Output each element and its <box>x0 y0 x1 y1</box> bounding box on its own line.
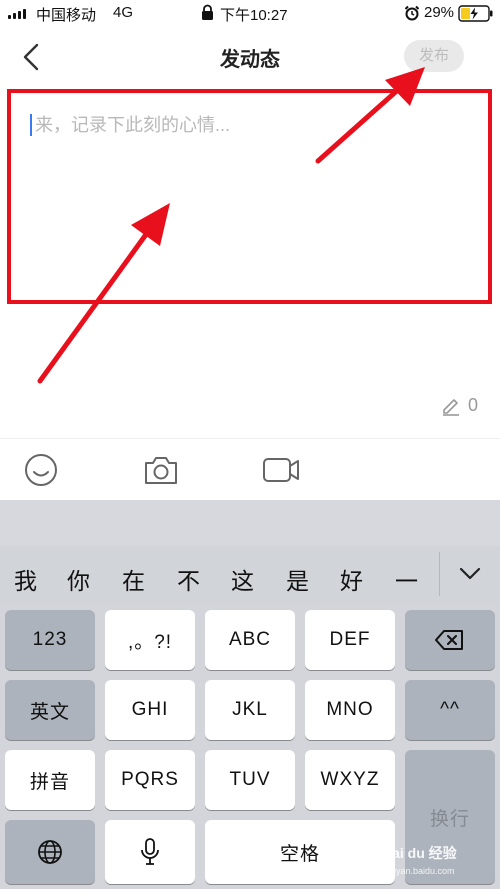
signal-strength-icon <box>8 9 26 19</box>
network-type: 4G <box>113 4 134 21</box>
key-def[interactable]: DEF <box>305 610 395 670</box>
key-123[interactable]: 123 <box>5 610 95 670</box>
globe-key[interactable] <box>5 820 95 884</box>
status-bar: 中国移动 4G 下午10:27 29% <box>0 0 500 28</box>
key-english[interactable]: 英文 <box>5 680 95 740</box>
status-time: 下午10:27 <box>220 7 288 24</box>
key-pqrs[interactable]: PQRS <box>105 750 195 810</box>
key-mno[interactable]: MNO <box>305 680 395 740</box>
pencil-icon <box>443 399 459 416</box>
delete-key[interactable] <box>405 610 495 670</box>
space-key[interactable]: 空格 <box>205 820 395 884</box>
battery-icon <box>458 5 493 22</box>
key-jkl[interactable]: JKL <box>205 680 295 740</box>
battery-percent: 29% <box>424 4 455 21</box>
alarm-icon <box>404 5 420 21</box>
video-icon[interactable] <box>261 450 301 490</box>
char-counter: 0 <box>440 394 478 416</box>
key-emoticon[interactable]: ^^ <box>405 680 495 740</box>
key-pinyin[interactable]: 拼音 <box>5 750 95 810</box>
rotation-lock-icon <box>202 4 213 20</box>
watermark-brand: Bai du 经验 <box>382 845 457 861</box>
watermark-url: jingyan.baidu.com <box>382 866 455 876</box>
candidate-word[interactable]: 是 <box>286 562 309 596</box>
candidate-bar: 我 你 在 不 这 是 好 一 <box>0 546 500 606</box>
keyboard-top-strip <box>0 500 500 546</box>
char-count-value: 0 <box>468 394 479 415</box>
divider <box>0 438 500 439</box>
candidate-word[interactable]: 好 <box>340 562 363 596</box>
candidate-word[interactable]: 不 <box>177 562 200 596</box>
microphone-key[interactable] <box>105 820 195 884</box>
text-cursor <box>30 114 32 136</box>
key-tuv[interactable]: TUV <box>205 750 295 810</box>
keyboard: 我 你 在 不 这 是 好 一 123 ,。?! ABC DEF 英文 GHI … <box>0 500 500 889</box>
enter-key[interactable]: 换行 <box>405 750 495 884</box>
microphone-icon <box>141 838 159 865</box>
key-ghi[interactable]: GHI <box>105 680 195 740</box>
candidate-word[interactable]: 你 <box>67 562 90 596</box>
post-placeholder: 来，记录下此刻的心情... <box>35 115 231 135</box>
carrier-name: 中国移动 <box>36 7 97 24</box>
key-wxyz[interactable]: WXYZ <box>305 750 395 810</box>
camera-icon[interactable] <box>141 450 181 490</box>
candidate-word[interactable]: 我 <box>14 562 37 596</box>
nav-bar: 发动态 发布 <box>0 28 500 86</box>
candidate-word[interactable]: 在 <box>122 562 145 596</box>
emoji-icon[interactable] <box>21 450 61 490</box>
publish-button[interactable]: 发布 <box>404 40 464 72</box>
backspace-icon <box>435 630 463 650</box>
candidate-word[interactable]: 这 <box>231 562 254 596</box>
key-punctuation[interactable]: ,。?! <box>105 610 195 670</box>
key-abc[interactable]: ABC <box>205 610 295 670</box>
candidate-word[interactable]: 一 <box>395 562 418 596</box>
globe-icon <box>38 840 62 864</box>
chevron-down-icon[interactable] <box>457 560 483 586</box>
post-text-area[interactable]: 来，记录下此刻的心情... <box>7 89 492 304</box>
candidate-separator <box>439 552 440 596</box>
